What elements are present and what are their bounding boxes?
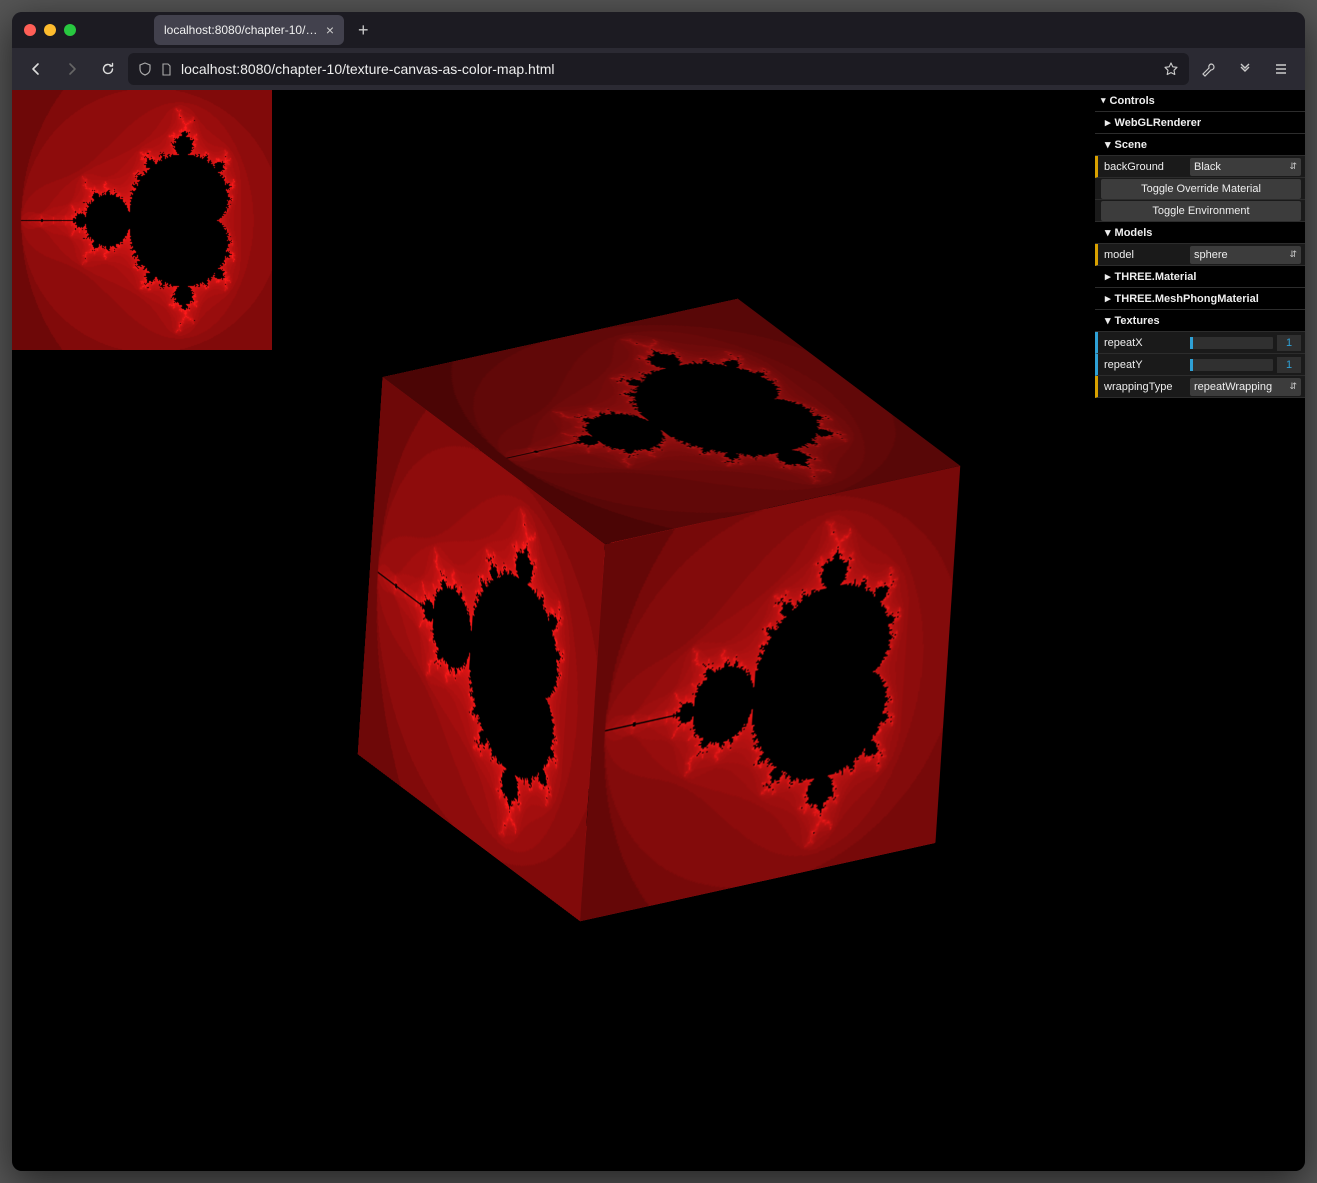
model-property: model sphere ⇵	[1095, 244, 1305, 266]
toggle-override-row: Toggle Override Material	[1095, 178, 1305, 200]
select-value: Black	[1194, 161, 1221, 173]
chevron-down-icon: ▾	[1101, 95, 1106, 106]
chevron-right-icon: ▸	[1105, 116, 1111, 129]
close-window-button[interactable]	[24, 24, 36, 36]
shield-icon	[138, 62, 152, 76]
repeaty-slider[interactable]	[1190, 359, 1273, 371]
wrappingtype-property: wrappingType repeatWrapping ⇵	[1095, 376, 1305, 398]
model-select[interactable]: sphere ⇵	[1190, 246, 1301, 264]
folder-label: Scene	[1115, 139, 1147, 151]
maximize-window-button[interactable]	[64, 24, 76, 36]
new-tab-button[interactable]: +	[358, 20, 369, 41]
select-value: repeatWrapping	[1194, 381, 1272, 393]
chevron-right-icon: ▸	[1105, 292, 1111, 305]
background-property: backGround Black ⇵	[1095, 156, 1305, 178]
scene-folder[interactable]: ▾ Scene	[1095, 134, 1305, 156]
browser-tab[interactable]: localhost:8080/chapter-10/texture-c ×	[154, 15, 344, 45]
folder-label: Models	[1115, 227, 1153, 239]
chevron-down-icon: ▾	[1105, 138, 1111, 151]
chevron-right-icon: ▸	[1105, 270, 1111, 283]
button-label: Toggle Environment	[1152, 205, 1249, 217]
textures-folder[interactable]: ▾ Textures	[1095, 310, 1305, 332]
repeatx-property: repeatX	[1095, 332, 1305, 354]
webgl-viewport[interactable]: ▾ Controls ▸ WebGLRenderer ▾ Scene backG…	[12, 90, 1305, 1171]
property-label: model	[1100, 249, 1190, 261]
window-controls	[24, 24, 76, 36]
select-caret-icon: ⇵	[1289, 161, 1297, 172]
property-label: backGround	[1100, 161, 1190, 173]
tab-title: localhost:8080/chapter-10/texture-c	[164, 23, 318, 37]
browser-window: localhost:8080/chapter-10/texture-c × + …	[12, 12, 1305, 1171]
phong-material-folder[interactable]: ▸ THREE.MeshPhongMaterial	[1095, 288, 1305, 310]
toggle-override-material-button[interactable]: Toggle Override Material	[1101, 179, 1301, 199]
back-button[interactable]	[20, 53, 52, 85]
three-material-folder[interactable]: ▸ THREE.Material	[1095, 266, 1305, 288]
folder-label: Textures	[1115, 315, 1160, 327]
property-label: wrappingType	[1100, 381, 1190, 393]
repeatx-input[interactable]	[1277, 335, 1301, 351]
property-label: repeatY	[1100, 359, 1190, 371]
toggle-environment-button[interactable]: Toggle Environment	[1101, 201, 1301, 221]
address-bar[interactable]: localhost:8080/chapter-10/texture-canvas…	[128, 53, 1189, 85]
repeatx-slider[interactable]	[1190, 337, 1273, 349]
devtools-icon[interactable]	[1193, 53, 1225, 85]
folder-label: THREE.Material	[1115, 271, 1197, 283]
property-label: repeatX	[1100, 337, 1190, 349]
url-text: localhost:8080/chapter-10/texture-canvas…	[181, 61, 1155, 77]
forward-button[interactable]	[56, 53, 88, 85]
button-label: Toggle Override Material	[1141, 183, 1261, 195]
folder-label: Controls	[1110, 95, 1155, 107]
bookmark-star-icon[interactable]	[1163, 61, 1179, 77]
texture-preview-canvas	[12, 90, 272, 350]
select-caret-icon: ⇵	[1289, 249, 1297, 260]
controls-panel: ▾ Controls ▸ WebGLRenderer ▾ Scene backG…	[1095, 90, 1305, 398]
controls-folder[interactable]: ▾ Controls	[1095, 90, 1305, 112]
select-value: sphere	[1194, 249, 1228, 261]
select-caret-icon: ⇵	[1289, 381, 1297, 392]
minimize-window-button[interactable]	[44, 24, 56, 36]
cube-mesh	[468, 382, 848, 838]
folder-label: THREE.MeshPhongMaterial	[1115, 293, 1259, 305]
overflow-icon[interactable]	[1229, 53, 1261, 85]
hamburger-menu-icon[interactable]	[1265, 53, 1297, 85]
repeaty-input[interactable]	[1277, 357, 1301, 373]
repeaty-property: repeatY	[1095, 354, 1305, 376]
background-select[interactable]: Black ⇵	[1190, 158, 1301, 176]
folder-label: WebGLRenderer	[1115, 117, 1202, 129]
toggle-env-row: Toggle Environment	[1095, 200, 1305, 222]
titlebar: localhost:8080/chapter-10/texture-c × +	[12, 12, 1305, 48]
models-folder[interactable]: ▾ Models	[1095, 222, 1305, 244]
page-icon	[160, 63, 173, 76]
url-toolbar: localhost:8080/chapter-10/texture-canvas…	[12, 48, 1305, 90]
chevron-down-icon: ▾	[1105, 314, 1111, 327]
reload-button[interactable]	[92, 53, 124, 85]
wrappingtype-select[interactable]: repeatWrapping ⇵	[1190, 378, 1301, 396]
webglrenderer-folder[interactable]: ▸ WebGLRenderer	[1095, 112, 1305, 134]
close-tab-icon[interactable]: ×	[326, 22, 334, 38]
chevron-down-icon: ▾	[1105, 226, 1111, 239]
